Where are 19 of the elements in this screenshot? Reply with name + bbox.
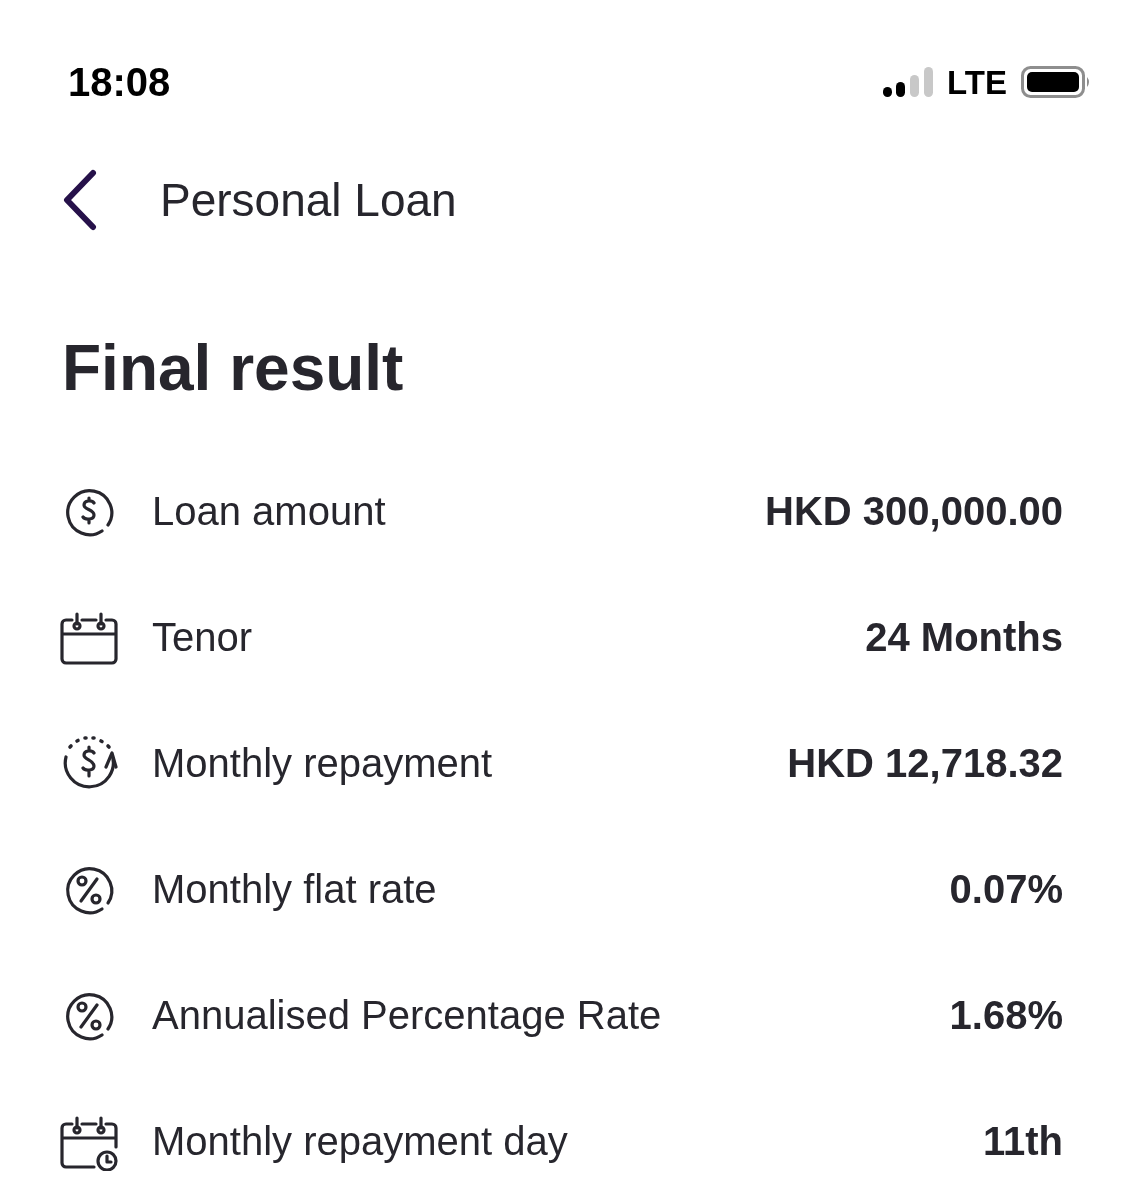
row-label: Monthly repayment [152, 743, 493, 783]
page-title: Personal Loan [160, 177, 457, 223]
back-chevron-icon [61, 169, 99, 231]
row-value: 11th [982, 1121, 1063, 1161]
row-label: Monthly repayment day [152, 1121, 568, 1161]
row-label: Tenor [152, 617, 253, 657]
row-label: Loan amount [152, 491, 386, 531]
status-time: 18:08 [68, 62, 171, 102]
row-label: Annualised Percentage Rate [152, 995, 662, 1035]
row-value: 0.07% [949, 869, 1063, 909]
row-value: HKD 12,718.32 [787, 743, 1063, 783]
section-heading: Final result [62, 331, 404, 406]
row-value: 24 Months [865, 617, 1063, 657]
row-label: Monthly flat rate [152, 869, 437, 909]
network-label: LTE [947, 65, 1007, 99]
battery-icon [1021, 66, 1091, 98]
row-value: 1.68% [949, 995, 1063, 1035]
row-value: HKD 300,000.00 [765, 491, 1063, 531]
signal-icon [883, 67, 934, 97]
